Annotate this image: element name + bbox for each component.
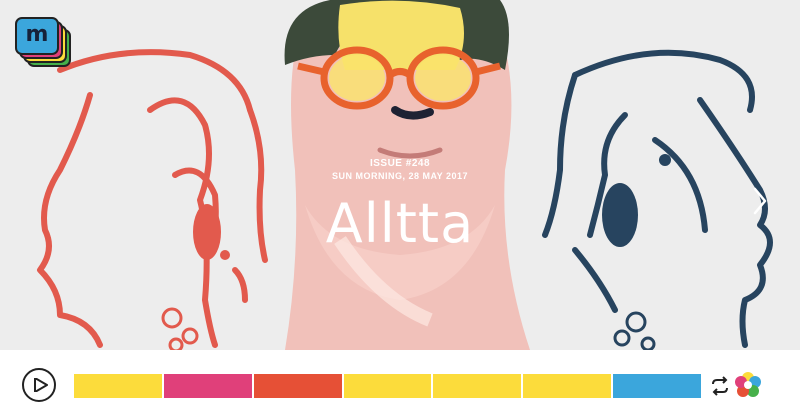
hero-illustration: m ISSUE #248 SUN MORNING, 28 MAY 2017 Al… <box>0 0 800 350</box>
playlist-segment[interactable] <box>253 374 342 398</box>
play-button[interactable] <box>22 368 56 402</box>
flower-button[interactable] <box>734 371 762 399</box>
issue-number: ISSUE #248 <box>369 158 431 169</box>
playlist-segment[interactable] <box>343 374 432 398</box>
issue-date: SUN MORNING, 28 MAY 2017 <box>331 171 469 181</box>
playlist-segment[interactable] <box>433 374 522 398</box>
app-logo[interactable]: m <box>14 14 74 70</box>
repeat-button[interactable] <box>710 376 730 396</box>
next-button[interactable] <box>752 186 768 216</box>
page-title: Alltta <box>325 192 475 255</box>
issue-info: ISSUE #248 SUN MORNING, 28 MAY 2017 <box>0 158 800 182</box>
logo-letter: m <box>25 22 49 47</box>
repeat-icon <box>712 376 728 396</box>
playlist-segment[interactable] <box>74 374 162 398</box>
playlist-segments <box>74 374 702 398</box>
playlist-segment[interactable] <box>163 374 252 398</box>
play-icon <box>34 378 48 392</box>
playlist-segment[interactable] <box>523 374 612 398</box>
chevron-right-icon <box>753 187 767 215</box>
playlist-segment[interactable] <box>613 374 702 398</box>
flower-icon <box>735 372 761 397</box>
player-bar <box>0 350 800 408</box>
